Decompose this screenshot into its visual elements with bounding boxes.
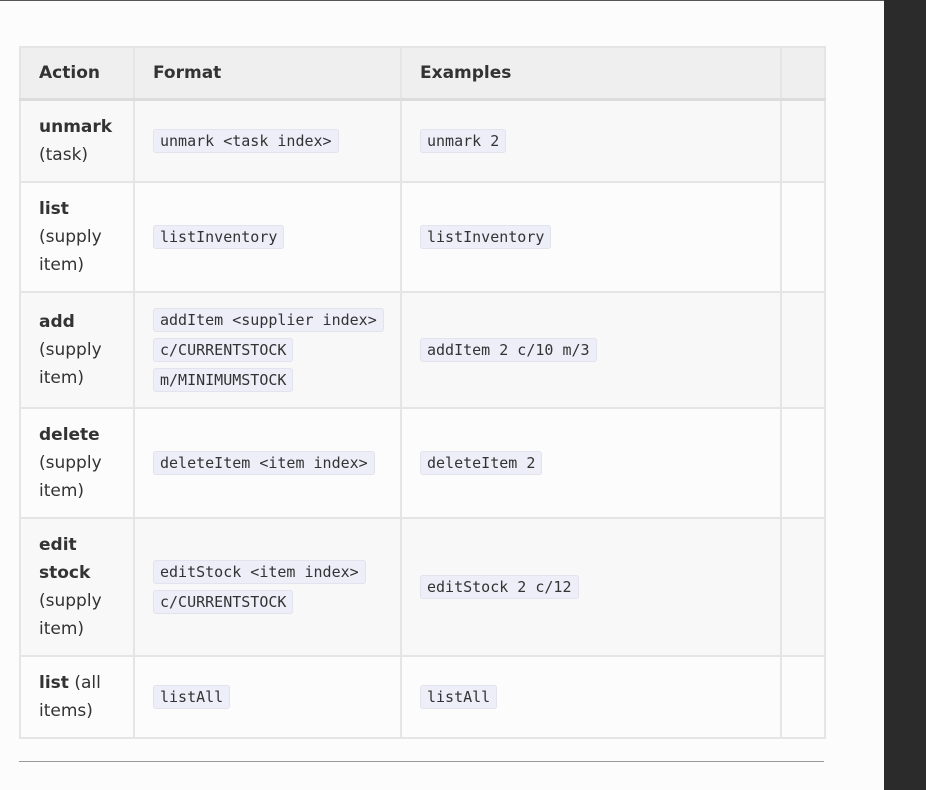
- format-code: addItem <supplier index> c/CURRENTSTOCK …: [153, 308, 384, 392]
- header-format: Format: [133, 46, 402, 101]
- format-cell: deleteItem <item index>: [133, 407, 402, 519]
- table-row: edit stock (supply item) editStock <item …: [19, 517, 826, 657]
- example-code: addItem 2 c/10 m/3: [420, 338, 597, 362]
- table-header-row: Action Format Examples: [19, 46, 826, 101]
- format-code: listInventory: [153, 225, 285, 249]
- action-cell: unmark (task): [19, 98, 135, 183]
- action-cell: add (supply item): [19, 291, 135, 409]
- format-code: unmark <task index>: [153, 129, 339, 153]
- action-desc: (supply item): [39, 453, 102, 501]
- action-name: delete: [39, 425, 100, 445]
- action-name: edit stock: [39, 535, 91, 583]
- example-cell: editStock 2 c/12: [400, 517, 782, 657]
- example-code: deleteItem 2: [420, 451, 543, 475]
- example-cell: deleteItem 2: [400, 407, 782, 519]
- empty-cell: [780, 291, 826, 409]
- action-cell: delete (supply item): [19, 407, 135, 519]
- table-row: list (supply item) listInventory listInve…: [19, 181, 826, 293]
- empty-cell: [780, 98, 826, 183]
- table-row: list (all items) listAll listAll: [19, 655, 826, 739]
- table-row: delete (supply item) deleteItem <item ind…: [19, 407, 826, 519]
- action-name: unmark: [39, 117, 113, 137]
- example-cell: unmark 2: [400, 98, 782, 183]
- header-examples: Examples: [400, 46, 782, 101]
- scrollbar-panel[interactable]: [884, 0, 926, 790]
- empty-cell: [780, 407, 826, 519]
- action-cell: list (all items): [19, 655, 135, 739]
- action-desc: (supply item): [39, 227, 102, 275]
- table-row: unmark (task) unmark <task index> unmark …: [19, 98, 826, 183]
- action-cell: edit stock (supply item): [19, 517, 135, 657]
- action-name: list: [39, 199, 69, 219]
- example-code: unmark 2: [420, 129, 507, 153]
- format-cell: listInventory: [133, 181, 402, 293]
- example-cell: addItem 2 c/10 m/3: [400, 291, 782, 409]
- action-desc: (supply item): [39, 340, 102, 388]
- table-row: add (supply item) addItem <supplier index…: [19, 291, 826, 409]
- empty-cell: [780, 655, 826, 739]
- example-cell: listInventory: [400, 181, 782, 293]
- action-desc: (task): [39, 145, 89, 165]
- example-code: listAll: [420, 685, 498, 709]
- action-cell: list (supply item): [19, 181, 135, 293]
- header-empty: [780, 46, 826, 101]
- format-cell: addItem <supplier index> c/CURRENTSTOCK …: [133, 291, 402, 409]
- example-code: editStock 2 c/12: [420, 575, 579, 599]
- empty-cell: [780, 181, 826, 293]
- format-code: editStock <item index> c/CURRENTSTOCK: [153, 560, 366, 614]
- format-cell: unmark <task index>: [133, 98, 402, 183]
- horizontal-rule: [19, 761, 824, 762]
- format-cell: listAll: [133, 655, 402, 739]
- format-code: deleteItem <item index>: [153, 451, 375, 475]
- empty-cell: [780, 517, 826, 657]
- header-action: Action: [19, 46, 135, 101]
- example-code: listInventory: [420, 225, 552, 249]
- format-code: listAll: [153, 685, 231, 709]
- format-cell: editStock <item index> c/CURRENTSTOCK: [133, 517, 402, 657]
- example-cell: listAll: [400, 655, 782, 739]
- action-desc: (supply item): [39, 591, 102, 639]
- command-summary-table: Action Format Examples unmark (task) unma…: [19, 46, 826, 739]
- action-name: list: [39, 673, 69, 693]
- action-name: add: [39, 312, 75, 332]
